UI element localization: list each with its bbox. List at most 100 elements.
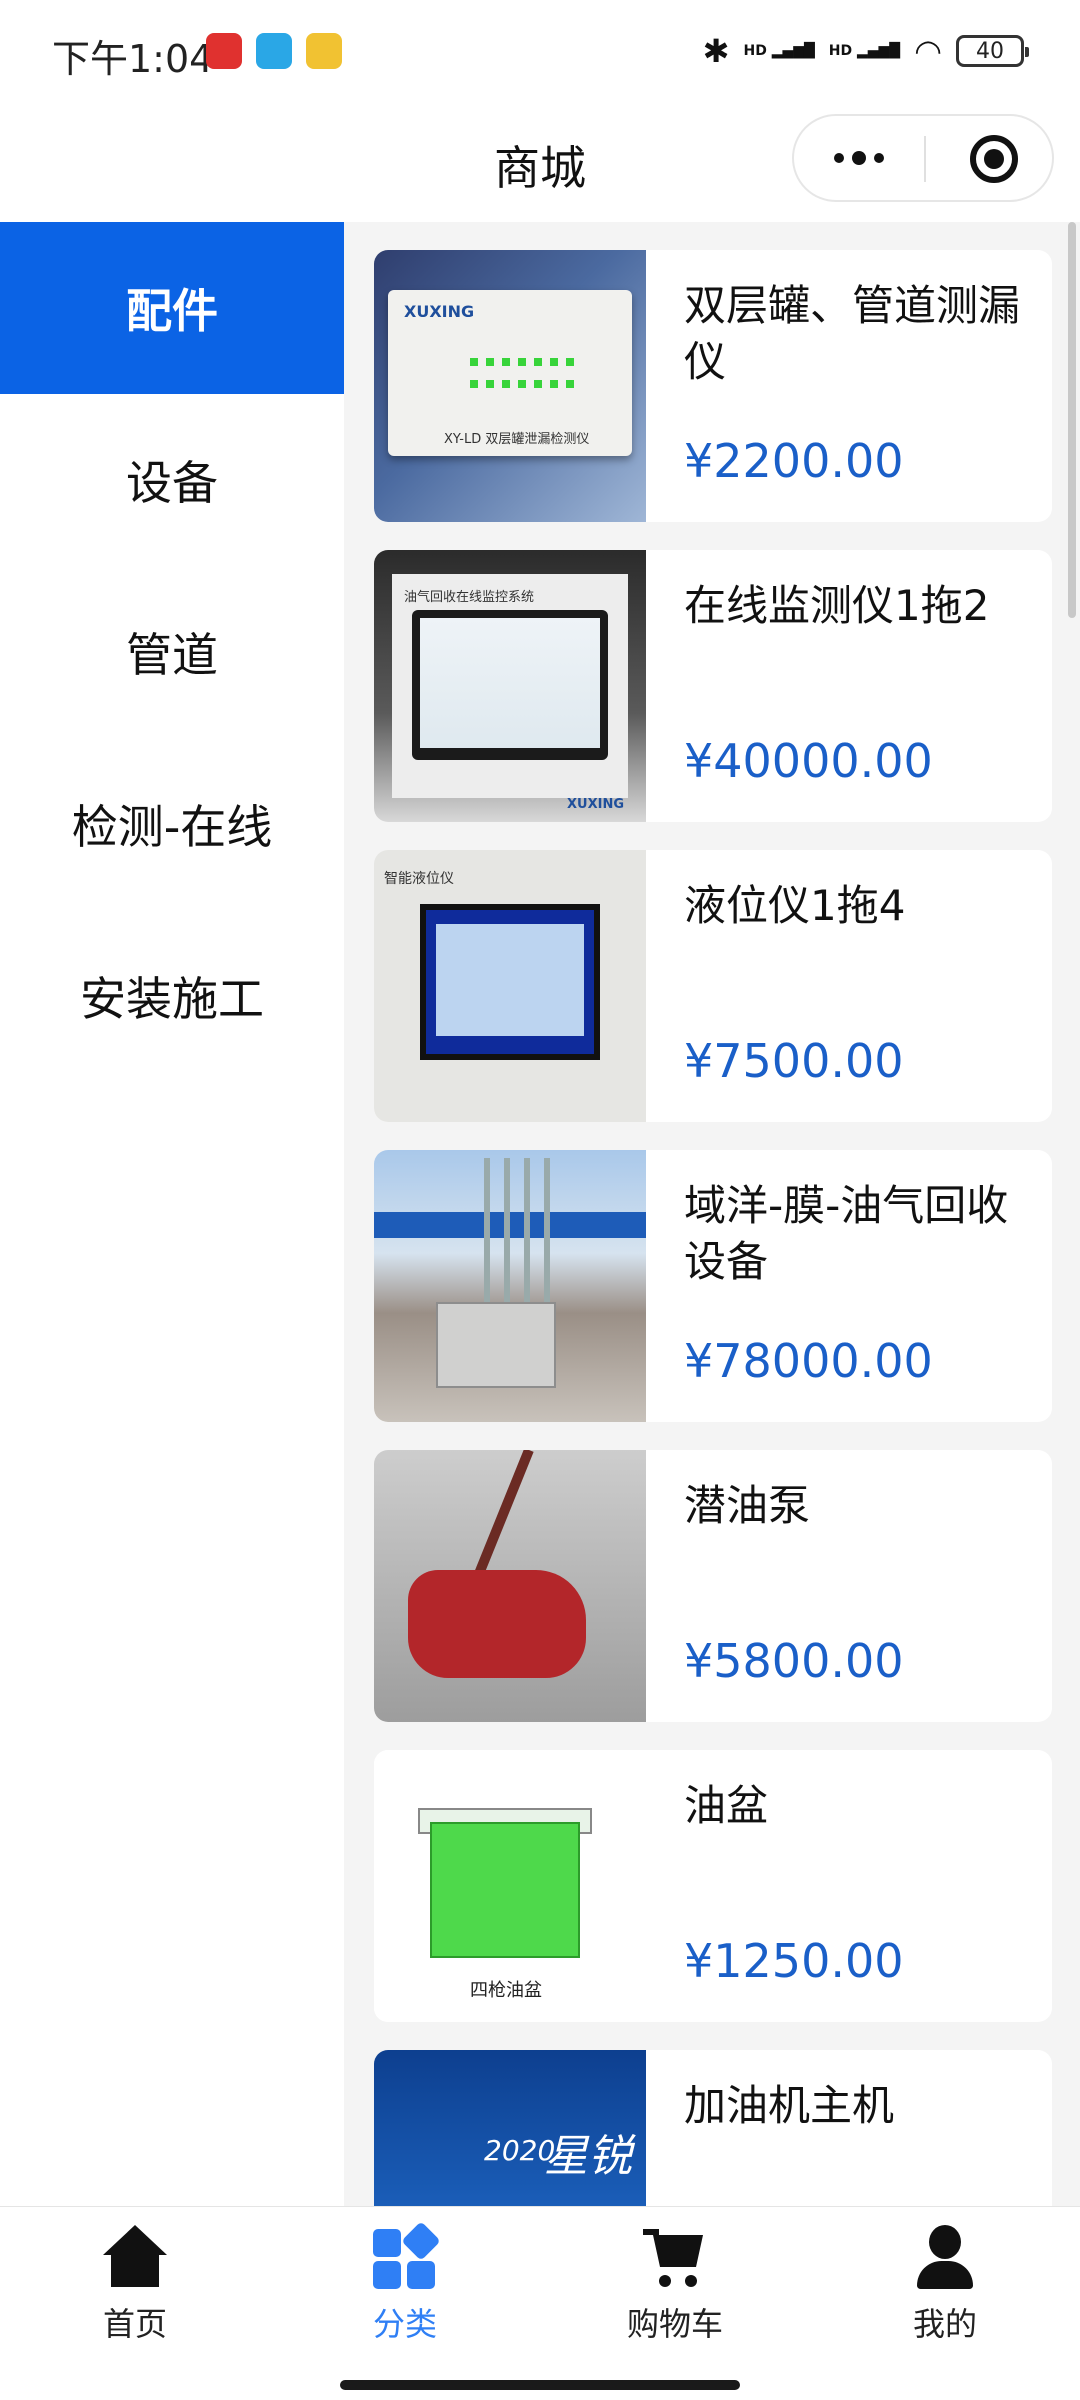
battery-icon: 40 [956,35,1029,67]
product-card[interactable]: 油气回收在线监控系统 XUXING 在线监测仪1拖2 ¥40000.00 [374,550,1052,822]
category-square [373,2261,401,2289]
status-bar: 下午1:04 ✱ HD ▂▄▆█ HD ▂▄▆█ ◠ 40 [0,0,1080,110]
list-scrollbar[interactable] [1068,222,1076,618]
product-image: 2020 星锐 [374,2050,646,2206]
category-square [373,2229,401,2257]
more-menu-button[interactable] [794,116,924,200]
tab-profile[interactable]: 我的 [810,2207,1080,2357]
product-image [374,1450,646,1722]
app-root: 下午1:04 ✱ HD ▂▄▆█ HD ▂▄▆█ ◠ 40 商城 配件 设备 管… [0,0,1080,2400]
video-app-icon [306,33,342,69]
signal-icon-1: HD ▂▄▆█ [743,43,815,59]
category-icon [373,2221,441,2289]
product-card[interactable]: XUXING XY-LD 双层罐泄漏检测仪 双层罐、管道测漏仪 ¥2200.00 [374,250,1052,522]
product-name: 在线监测仪1拖2 [684,581,990,630]
product-card[interactable]: 2020 星锐 加油机主机 [374,2050,1052,2206]
signal-icon-2: HD ▂▄▆█ [828,43,901,59]
more-dot-icon [852,151,866,165]
home-body [111,2253,159,2287]
product-price: ¥1250.00 [684,1934,904,1988]
sidebar-item-installation[interactable]: 安装施工 [0,910,344,1082]
product-image: XUXING XY-LD 双层罐泄漏检测仪 [374,250,646,522]
pipe-shape [524,1158,530,1308]
product-name: 液位仪1拖4 [684,881,906,930]
home-indicator[interactable] [340,2380,740,2390]
product-image: 油气回收在线监控系统 XUXING [374,550,646,822]
pipe-shape [484,1158,490,1308]
tab-label: 购物车 [626,2305,723,2343]
sidebar-item-equipment[interactable]: 设备 [0,394,344,566]
battery-level: 40 [976,38,1004,64]
home-icon [103,2225,167,2289]
cart-basket [653,2235,703,2267]
cart-wheel [685,2275,697,2287]
mini-program-capsule [792,114,1054,202]
image-logo-text: XUXING [567,797,624,812]
system-home-indicator-area [0,2356,1080,2400]
product-price: ¥5800.00 [684,1634,904,1688]
close-mini-program-button[interactable] [970,135,1018,183]
product-image: 四枪油盆 [374,1750,646,2022]
pipe-shape [504,1158,510,1308]
product-card[interactable]: 智能液位仪 液位仪1拖4 ¥7500.00 [374,850,1052,1122]
screen-shape [412,610,608,760]
sidebar-item-accessories[interactable]: 配件 [0,222,344,394]
home-roof [103,2225,167,2255]
image-caption: 油气回收在线监控系统 [404,590,535,605]
tank-shape [430,1822,580,1958]
image-caption: 四枪油盆 [470,1980,542,2001]
status-indicators: ✱ HD ▂▄▆█ HD ▂▄▆█ ◠ 40 [702,32,1029,70]
user-body [917,2261,973,2289]
canopy-shape [374,1212,646,1238]
product-price: ¥7500.00 [684,1034,904,1088]
user-head [929,2225,961,2259]
tab-home[interactable]: 首页 [0,2207,270,2357]
image-caption: 智能液位仪 [384,871,454,887]
screen-shape [420,904,600,1060]
product-price: ¥40000.00 [684,734,933,788]
tab-label: 我的 [912,2305,977,2343]
product-image [374,1150,646,1422]
more-dot-icon [834,153,844,163]
product-card[interactable]: 域洋-膜-油气回收设备 ¥78000.00 [374,1150,1052,1422]
nav-bar: 商城 [0,110,1080,222]
network-label-2: HD [828,43,853,59]
product-name: 域洋-膜-油气回收设备 [684,1181,1009,1286]
product-name: 潜油泵 [684,1481,811,1530]
network-label-1: HD [743,43,767,59]
bottom-tab-bar: 首页 分类 购物车 我的 [0,2206,1080,2356]
tab-category[interactable]: 分类 [270,2207,540,2357]
wifi-icon: ◠ [914,32,942,70]
tab-label: 首页 [102,2305,167,2343]
user-icon [913,2225,977,2289]
device-lights [470,358,580,366]
product-name: 加油机主机 [684,2081,895,2130]
tab-cart[interactable]: 购物车 [540,2207,810,2357]
product-card[interactable]: 潜油泵 ¥5800.00 [374,1450,1052,1722]
product-list[interactable]: XUXING XY-LD 双层罐泄漏检测仪 双层罐、管道测漏仪 ¥2200.00… [344,222,1080,2206]
image-brand-text: 星锐 [544,2131,632,2182]
product-name: 双层罐、管道测漏仪 [684,281,1021,386]
sidebar-item-pipes[interactable]: 管道 [0,566,344,738]
device-lights [470,380,580,388]
bluetooth-icon: ✱ [702,32,730,70]
status-time: 下午1:04 [52,37,214,81]
product-card[interactable]: 四枪油盆 油盆 ¥1250.00 [374,1750,1052,2022]
rod-shape [471,1450,534,1582]
pipe-shape [544,1158,550,1308]
product-name: 油盆 [684,1781,769,1830]
tab-label: 分类 [372,2305,437,2343]
unit-shape [436,1302,556,1388]
pump-shape [408,1570,586,1678]
cart-handle [643,2229,659,2235]
cart-wheel [659,2275,671,2287]
image-logo-text: XUXING [404,302,475,321]
sidebar-item-online-detection[interactable]: 检测-在线 [0,738,344,910]
cart-icon [643,2225,707,2289]
cloud-app-icon [256,33,292,69]
capsule-divider [924,136,926,182]
product-price: ¥78000.00 [684,1334,933,1388]
image-caption: XY-LD 双层罐泄漏检测仪 [444,432,590,447]
netease-music-icon [206,33,242,69]
more-dot-icon [874,153,884,163]
